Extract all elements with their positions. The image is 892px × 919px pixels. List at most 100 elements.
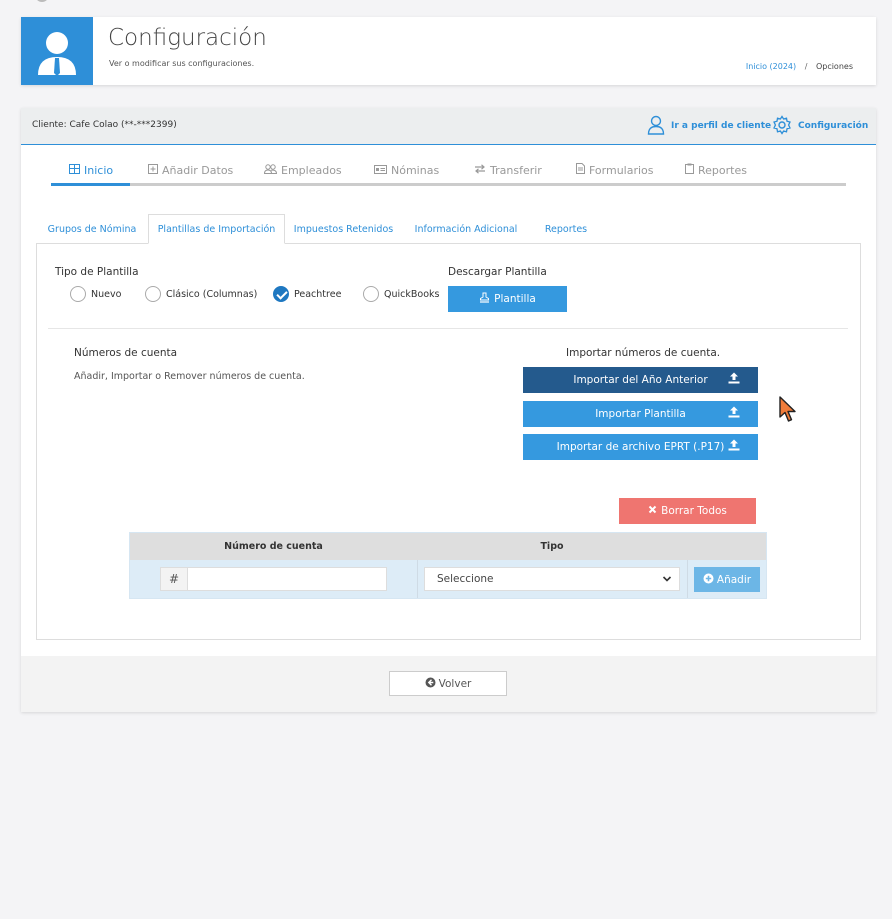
main-card: Cliente: Cafe Colao (**-***2399) Ir a pe… (21, 108, 876, 712)
tab-reportes[interactable]: Reportes (536, 214, 596, 244)
breadcrumb: Inicio (2024) / Opciones (746, 62, 853, 71)
nav-item-transferir[interactable]: Transferir (474, 154, 542, 186)
nav-item-label: Transferir (490, 163, 542, 177)
radio-circle-icon (70, 286, 86, 302)
table-header: Número de cuenta Tipo (130, 533, 766, 560)
close-icon (648, 505, 657, 517)
arrow-left-circle-icon (425, 677, 436, 691)
page-title: Configuración (108, 25, 267, 51)
import-eprt-label: Importar de archivo EPRT (.P17) (556, 441, 725, 453)
breadcrumb-home-link[interactable]: Inicio (2024) (746, 62, 796, 71)
account-number-input[interactable] (187, 567, 387, 591)
breadcrumb-current: Opciones (815, 62, 853, 71)
download-template-button[interactable]: Plantilla (448, 286, 567, 312)
column-header-type: Tipo (540, 541, 564, 552)
table-icon (69, 163, 80, 177)
hash-icon: # (160, 567, 188, 591)
plus-square-icon (148, 163, 158, 177)
import-template-label: Importar Plantilla (595, 408, 686, 420)
nav-item-nominas[interactable]: Nóminas (374, 154, 439, 186)
user-avatar-icon (21, 17, 93, 85)
delete-all-button[interactable]: Borrar Todos (619, 498, 756, 524)
card-icon (374, 164, 387, 177)
settings-subtabs: Grupos de Nómina Plantillas de Importaci… (36, 214, 861, 244)
type-select[interactable]: Seleccione (424, 567, 680, 591)
nav-item-label: Nóminas (391, 163, 440, 177)
radio-nuevo[interactable]: Nuevo (70, 286, 121, 302)
import-previous-year-button[interactable]: Importar del Año Anterior (523, 367, 758, 393)
upload-icon (728, 406, 740, 421)
user-icon (647, 115, 665, 138)
nav-item-empleados[interactable]: Empleados (263, 154, 342, 186)
client-profile-link[interactable]: Ir a perfil de cliente (647, 113, 771, 139)
tab-informacion-adicional[interactable]: Información Adicional (410, 214, 522, 244)
column-header-account: Número de cuenta (224, 541, 323, 552)
template-type-label: Tipo de Plantilla (55, 266, 139, 278)
radio-label: Peachtree (294, 288, 342, 300)
chevron-down-icon (662, 574, 672, 587)
import-templates-panel: Tipo de Plantilla Nuevo Clásico (Columna… (36, 243, 861, 640)
radio-label: Clásico (Columnas) (166, 288, 258, 300)
nav-item-label: Reportes (698, 163, 747, 177)
tab-plantillas-de-importacion[interactable]: Plantillas de Importación (148, 214, 285, 244)
upload-icon (728, 439, 740, 454)
card-footer: Volver (21, 656, 876, 712)
main-nav: Inicio Añadir Datos Empleados Nóminas Tr… (51, 154, 846, 186)
radio-quickbooks[interactable]: QuickBooks (363, 286, 439, 302)
radio-peachtree[interactable]: Peachtree (273, 286, 341, 302)
client-profile-label: Ir a perfil de cliente (671, 121, 772, 131)
file-icon (576, 163, 585, 177)
table-row: # Seleccione Añadir (130, 560, 766, 598)
accounts-description: Añadir, Importar o Remover números de cu… (74, 371, 305, 382)
download-template-button-label: Plantilla (494, 293, 536, 305)
nav-item-label: Empleados (281, 163, 342, 177)
type-select-value: Seleccione (437, 573, 494, 585)
radio-label: QuickBooks (384, 288, 440, 300)
clipboard-icon (685, 163, 694, 177)
section-divider (48, 328, 848, 329)
radio-circle-icon (145, 286, 161, 302)
nav-item-reportes[interactable]: Reportes (685, 154, 747, 186)
page-header: Configuración Ver o modificar sus config… (21, 17, 876, 85)
radio-circle-icon (363, 286, 379, 302)
accounts-title: Números de cuenta (74, 347, 178, 359)
back-button[interactable]: Volver (389, 671, 507, 696)
stamp-icon (479, 292, 490, 306)
cell-divider (417, 560, 418, 598)
client-bar: Cliente: Cafe Colao (**-***2399) Ir a pe… (21, 108, 876, 145)
check-circle-icon (273, 286, 289, 302)
nav-item-inicio[interactable]: Inicio (69, 154, 113, 186)
tab-impuestos-retenidos[interactable]: Impuestos Retenidos (290, 214, 397, 244)
plus-circle-icon (703, 573, 714, 587)
upload-icon (728, 372, 740, 387)
back-button-label: Volver (438, 677, 472, 690)
nav-item-formularios[interactable]: Formularios (576, 154, 654, 186)
import-eprt-button[interactable]: Importar de archivo EPRT (.P17) (523, 434, 758, 460)
gear-icon (772, 114, 792, 138)
mouse-cursor-icon (778, 395, 798, 429)
cell-divider (687, 560, 688, 598)
breadcrumb-separator: / (804, 62, 808, 71)
import-previous-year-label: Importar del Año Anterior (573, 374, 708, 386)
configuration-label: Configuración (798, 121, 869, 131)
nav-item-label: Inicio (84, 163, 114, 177)
arrows-icon (474, 163, 486, 177)
radio-label: Nuevo (91, 288, 122, 300)
accounts-table: Número de cuenta Tipo # Seleccione Añadi… (129, 532, 767, 599)
page-subtitle: Ver o modificar sus configuraciones. (109, 59, 255, 68)
users-icon (263, 163, 278, 177)
nav-item-anadir-datos[interactable]: Añadir Datos (148, 154, 233, 186)
delete-all-label: Borrar Todos (661, 505, 727, 517)
top-edge-mark (35, 0, 49, 2)
import-template-button[interactable]: Importar Plantilla (523, 401, 758, 427)
configuration-link[interactable]: Configuración (772, 113, 868, 139)
nav-item-label: Añadir Datos (162, 163, 234, 177)
nav-item-label: Formularios (589, 163, 654, 177)
add-account-button[interactable]: Añadir (694, 567, 760, 592)
radio-clasico[interactable]: Clásico (Columnas) (145, 286, 257, 302)
client-label: Cliente: Cafe Colao (**-***2399) (32, 120, 177, 130)
tab-grupos-de-nomina[interactable]: Grupos de Nómina (36, 214, 148, 244)
add-account-label: Añadir (716, 573, 752, 586)
download-template-label: Descargar Plantilla (448, 266, 547, 278)
import-accounts-title: Importar números de cuenta. (566, 347, 721, 359)
